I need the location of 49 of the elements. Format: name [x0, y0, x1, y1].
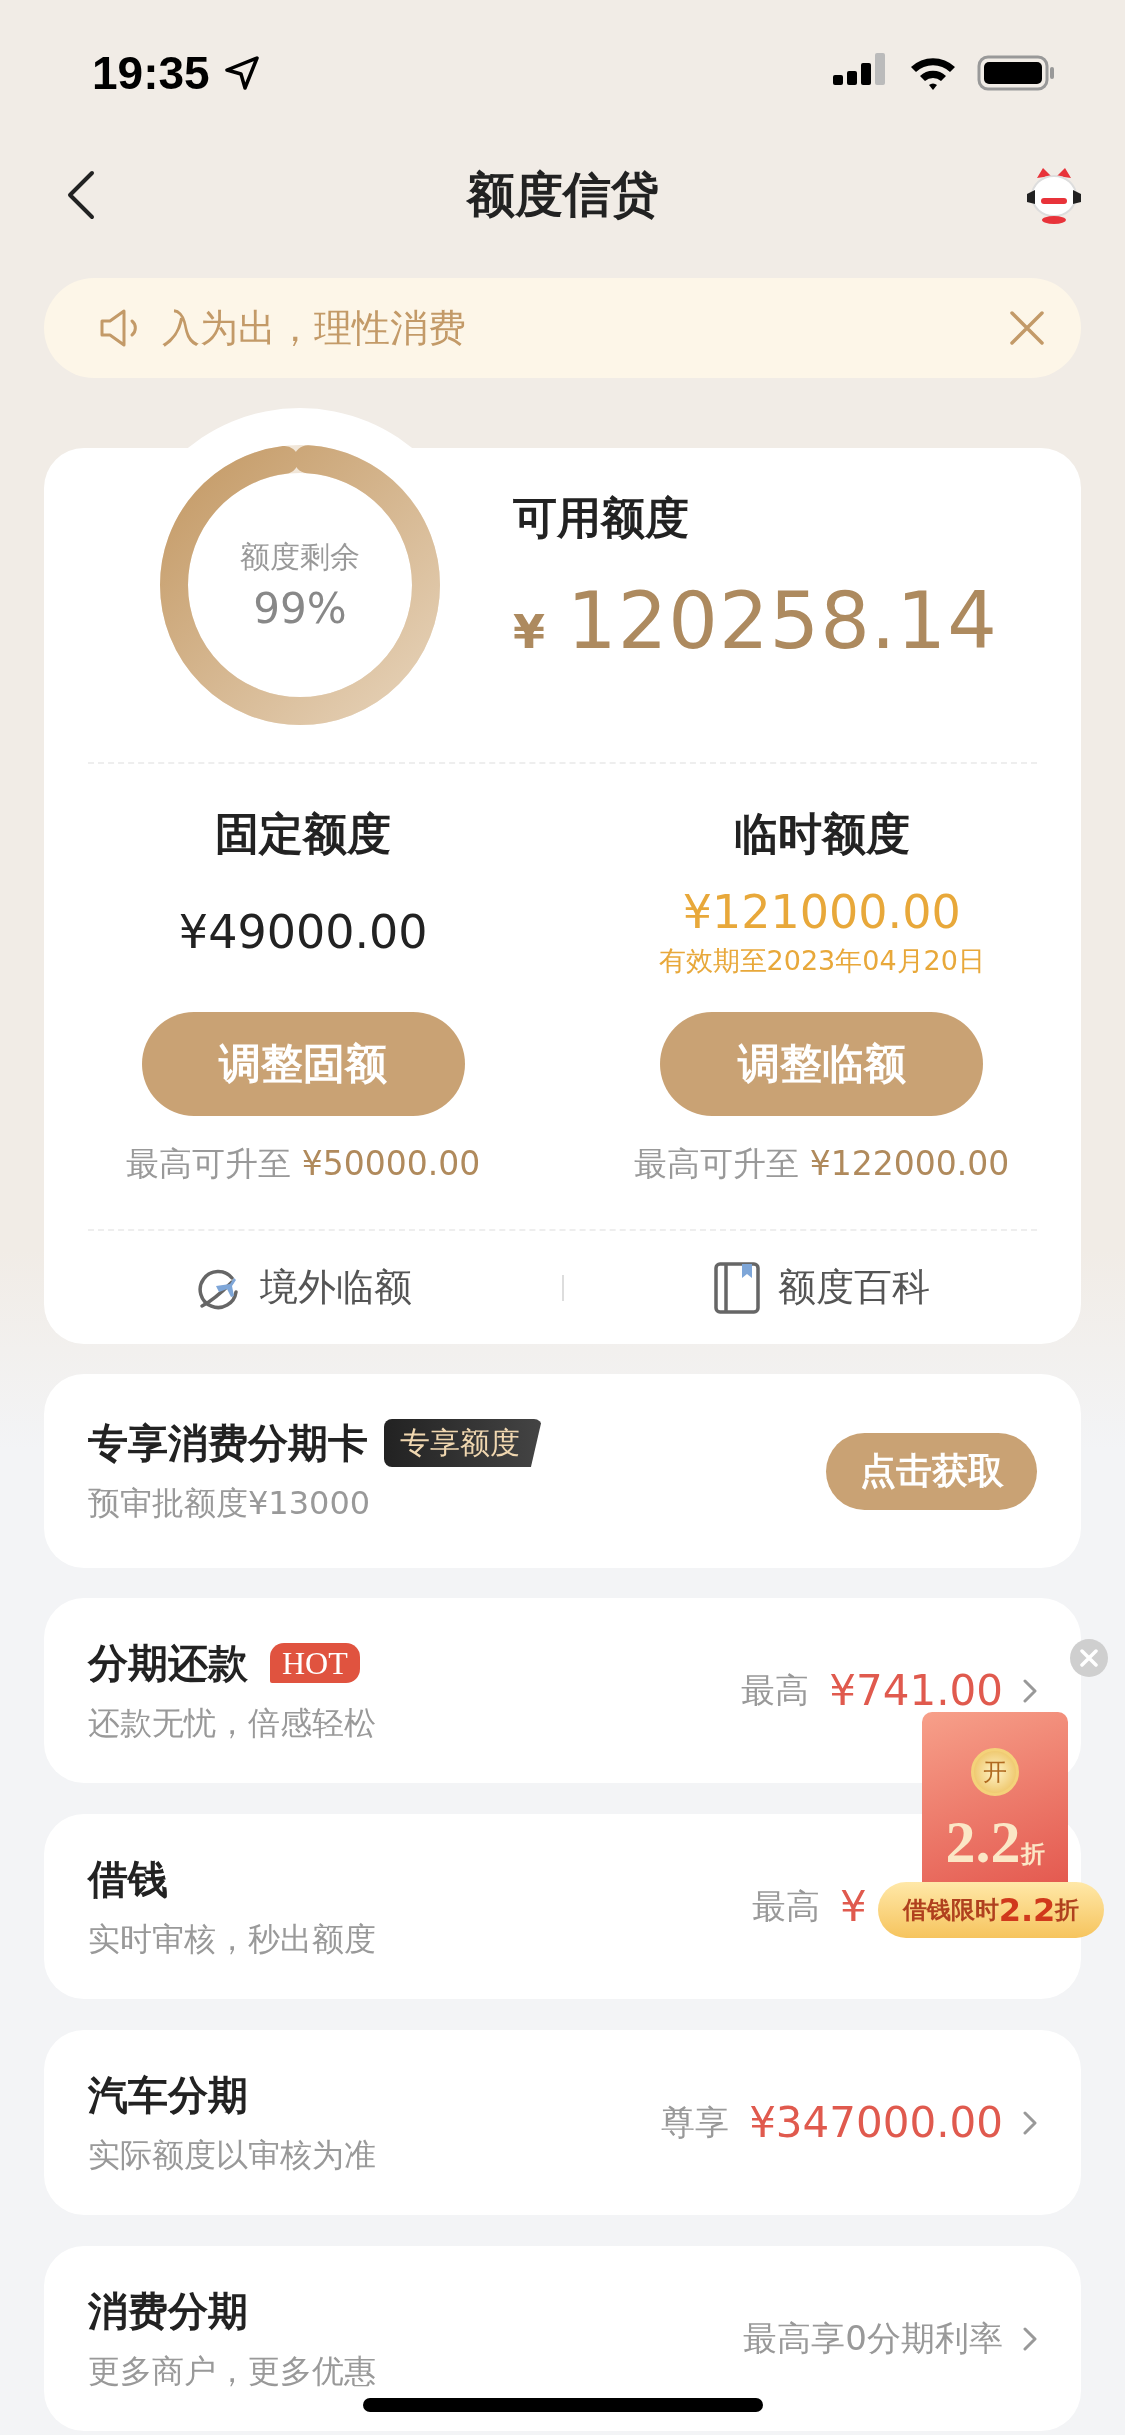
book-icon: [714, 1261, 761, 1314]
page-title: 额度信贷: [466, 165, 659, 224]
chevron-right-icon: [1023, 2110, 1037, 2135]
product-title: 借钱: [88, 1854, 168, 1904]
coin-badge: 开: [971, 1748, 1019, 1796]
product-subtitle: 还款无忧，倍感轻松: [88, 1702, 376, 1744]
battery-icon: [977, 55, 1055, 91]
product-row[interactable]: 汽车分期 实际额度以审核为准 尊享 ¥347000.00: [44, 2030, 1081, 2215]
validity-text: 有效期至2023年04月20日: [658, 943, 985, 978]
amount-prefix: 最高: [752, 1884, 820, 1928]
product-title: 分期还款: [88, 1638, 248, 1688]
quick-link[interactable]: 额度百科: [563, 1261, 1081, 1314]
product-amount: ¥347000.00: [749, 2098, 1003, 2147]
limit-amount: ¥49000.00: [178, 904, 428, 959]
max-limit-note: 最高可升至 ¥50000.00: [126, 1144, 481, 1184]
promo-caption[interactable]: 借钱限时2.2折: [878, 1882, 1104, 1938]
amount-prefix: 最高享0分期利率: [743, 2316, 1003, 2360]
amount-prefix: 最高: [741, 1668, 810, 1712]
chevron-right-icon: [1023, 1678, 1037, 1703]
exclusive-badge: 专享额度: [384, 1419, 542, 1467]
wifi-icon: [909, 55, 957, 91]
card-subtitle: 预审批额度¥13000: [88, 1483, 372, 1524]
limit-title: 临时额度: [733, 809, 910, 859]
product-subtitle: 更多商户，更多优惠: [88, 2350, 376, 2392]
available-amount: 120258.14: [567, 576, 998, 666]
hot-badge: HOT: [270, 1642, 360, 1683]
card-title: 专享消费分期卡: [88, 1419, 368, 1468]
status-time: 19:35: [92, 46, 210, 100]
limit-title: 固定额度: [215, 809, 392, 859]
product-subtitle: 实时审核，秒出额度: [88, 1918, 376, 1960]
product-row[interactable]: 消费分期 更多商户，更多优惠 最高享0分期利率: [44, 2246, 1081, 2431]
product-subtitle: 实际额度以审核为准: [88, 2134, 376, 2176]
notice-text: 入为出，理性消费: [162, 304, 467, 352]
available-label: 可用额度: [513, 491, 690, 545]
quick-link[interactable]: 境外临额: [44, 1262, 562, 1313]
chevron-right-icon: [1023, 2326, 1037, 2351]
product-title: 汽车分期: [88, 2070, 248, 2120]
ring-label: 额度剩余: [240, 538, 360, 576]
close-icon: [1080, 1649, 1098, 1667]
product-title: 消费分期: [88, 2286, 248, 2336]
back-icon[interactable]: [66, 170, 96, 220]
ring-percent: 99%: [253, 584, 347, 633]
currency-symbol: ¥: [513, 605, 545, 659]
location-arrow-icon: [223, 55, 260, 91]
limit-amount: ¥121000.00: [682, 884, 961, 939]
product-amount: ¥741.00: [829, 1666, 1003, 1715]
product-amount: ¥: [840, 1882, 867, 1931]
amount-prefix: 尊享: [661, 2100, 730, 2144]
max-limit-note: 最高可升至 ¥122000.00: [634, 1144, 1010, 1184]
